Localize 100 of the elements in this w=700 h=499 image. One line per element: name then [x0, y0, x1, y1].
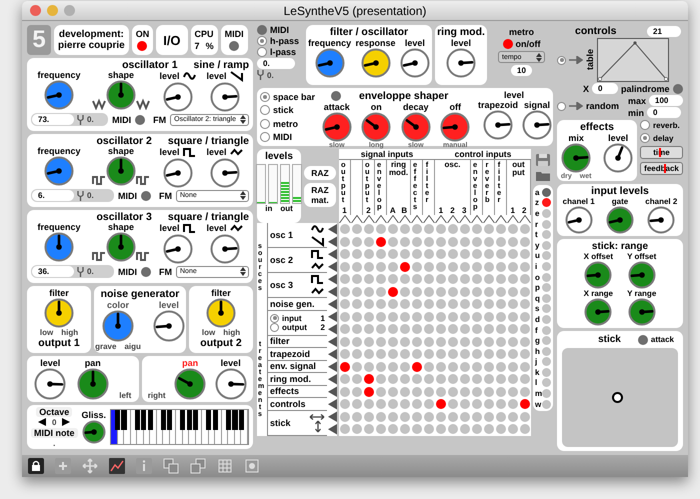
matrix-cell[interactable]	[448, 424, 458, 434]
controls-value-field[interactable]: 21	[647, 26, 681, 36]
matrix-cell[interactable]	[412, 336, 422, 347]
matrix-cell[interactable]	[496, 412, 506, 422]
matrix-cell[interactable]	[352, 336, 362, 347]
matrix-cell[interactable]	[436, 336, 446, 347]
matrix-cell[interactable]	[412, 262, 422, 272]
matrix-cell[interactable]	[388, 412, 398, 422]
matrix-cell[interactable]	[388, 249, 398, 260]
matrix-cell[interactable]	[412, 424, 422, 434]
matrix-cell[interactable]	[448, 336, 458, 347]
matrix-cell[interactable]	[472, 312, 482, 322]
matrix-cell[interactable]	[340, 336, 350, 347]
matrix-cell[interactable]	[496, 399, 506, 410]
matrix-cell[interactable]	[364, 312, 374, 322]
frequency-knob[interactable]	[44, 156, 74, 186]
matrix-cell[interactable]	[460, 362, 470, 372]
matrix-cell[interactable]	[472, 349, 482, 360]
matrix-cell[interactable]	[400, 336, 410, 347]
matrix-cell[interactable]	[400, 312, 410, 322]
matrix-cell[interactable]	[520, 374, 530, 384]
matrix-cell[interactable]	[364, 362, 374, 372]
matrix-cell[interactable]	[340, 249, 350, 260]
preset-dot[interactable]	[542, 389, 551, 398]
matrix-cell[interactable]	[352, 412, 362, 422]
matrix-cell[interactable]	[460, 324, 470, 334]
matrix-cell[interactable]	[400, 399, 410, 410]
move-icon[interactable]	[82, 458, 98, 474]
preset-dot[interactable]	[542, 326, 551, 335]
matrix-cell[interactable]	[424, 312, 434, 322]
value-field[interactable]: 0.	[257, 58, 295, 69]
matrix-cell[interactable]	[352, 299, 362, 310]
matrix-cell[interactable]	[448, 286, 458, 297]
matrix-cell[interactable]	[412, 299, 422, 310]
tempo-field[interactable]: 10	[511, 65, 532, 76]
reset-button[interactable]: RAZ	[304, 166, 336, 180]
matrix-cell[interactable]	[424, 412, 434, 422]
preset-dot[interactable]	[542, 304, 551, 314]
matrix-cell[interactable]	[496, 349, 506, 360]
matrix-cell[interactable]	[496, 312, 506, 322]
radio-button[interactable]	[557, 102, 566, 110]
snap-grid-icon[interactable]	[244, 458, 260, 474]
matrix-cell[interactable]	[460, 274, 470, 284]
level-knob[interactable]	[152, 310, 185, 342]
matrix-cell[interactable]	[508, 324, 518, 334]
matrix-cell[interactable]	[400, 386, 410, 397]
matrix-cell[interactable]	[352, 399, 362, 410]
matrix-cell[interactable]	[496, 336, 506, 347]
matrix-cell[interactable]	[472, 386, 482, 397]
matrix-cell[interactable]	[376, 412, 386, 422]
knob[interactable]	[361, 112, 392, 142]
matrix-cell[interactable]	[460, 224, 470, 234]
matrix-cell[interactable]	[448, 299, 458, 310]
matrix-cell[interactable]	[340, 412, 350, 422]
matrix-cell[interactable]	[340, 374, 350, 384]
matrix-cell[interactable]	[460, 386, 470, 397]
matrix-cell[interactable]	[376, 274, 386, 284]
matrix-cell[interactable]	[424, 236, 434, 247]
min-field[interactable]: 0	[647, 107, 681, 118]
matrix-cell[interactable]	[496, 274, 506, 284]
minimize-button[interactable]	[47, 5, 58, 16]
matrix-cell[interactable]	[400, 249, 410, 260]
matrix-cell[interactable]	[484, 286, 494, 297]
matrix-cell[interactable]	[508, 274, 518, 284]
level-knob[interactable]	[163, 82, 193, 112]
matrix-cell[interactable]	[484, 249, 494, 260]
matrix-cell[interactable]	[520, 336, 530, 347]
knob[interactable]	[483, 110, 513, 140]
zoom-button[interactable]	[64, 5, 75, 16]
matrix-cell[interactable]	[388, 336, 398, 347]
matrix-cell[interactable]	[436, 274, 446, 284]
matrix-cell[interactable]	[436, 299, 446, 310]
matrix-cell[interactable]	[496, 249, 506, 260]
pan-knob[interactable]	[174, 368, 206, 400]
filter-knob[interactable]	[44, 298, 74, 328]
matrix-cell[interactable]	[472, 399, 482, 410]
matrix-cell[interactable]	[472, 262, 482, 272]
matrix-cell[interactable]	[388, 399, 398, 410]
matrix-cell[interactable]	[496, 236, 506, 247]
matrix-cell[interactable]	[448, 249, 458, 260]
matrix-cell[interactable]	[484, 299, 494, 310]
matrix-cell[interactable]	[508, 336, 518, 347]
matrix-cell[interactable]	[388, 362, 398, 372]
matrix-cell[interactable]	[364, 349, 374, 360]
save-icon[interactable]	[535, 153, 551, 167]
color-knob[interactable]	[102, 310, 134, 342]
x-field[interactable]: 0	[592, 83, 618, 94]
radio-button[interactable]	[640, 133, 650, 143]
matrix-cell[interactable]	[436, 362, 446, 372]
matrix-cell[interactable]	[436, 424, 446, 434]
matrix-cell[interactable]	[364, 299, 374, 310]
matrix-cell[interactable]	[520, 249, 530, 260]
matrix-cell[interactable]	[448, 386, 458, 397]
matrix-cell[interactable]	[376, 224, 386, 234]
matrix-cell[interactable]	[340, 286, 350, 297]
matrix-cell[interactable]	[364, 386, 374, 397]
matrix-cell[interactable]	[484, 274, 494, 284]
power-indicator[interactable]	[137, 41, 148, 51]
preset-dot[interactable]	[542, 188, 551, 197]
matrix-cell[interactable]	[436, 262, 446, 272]
